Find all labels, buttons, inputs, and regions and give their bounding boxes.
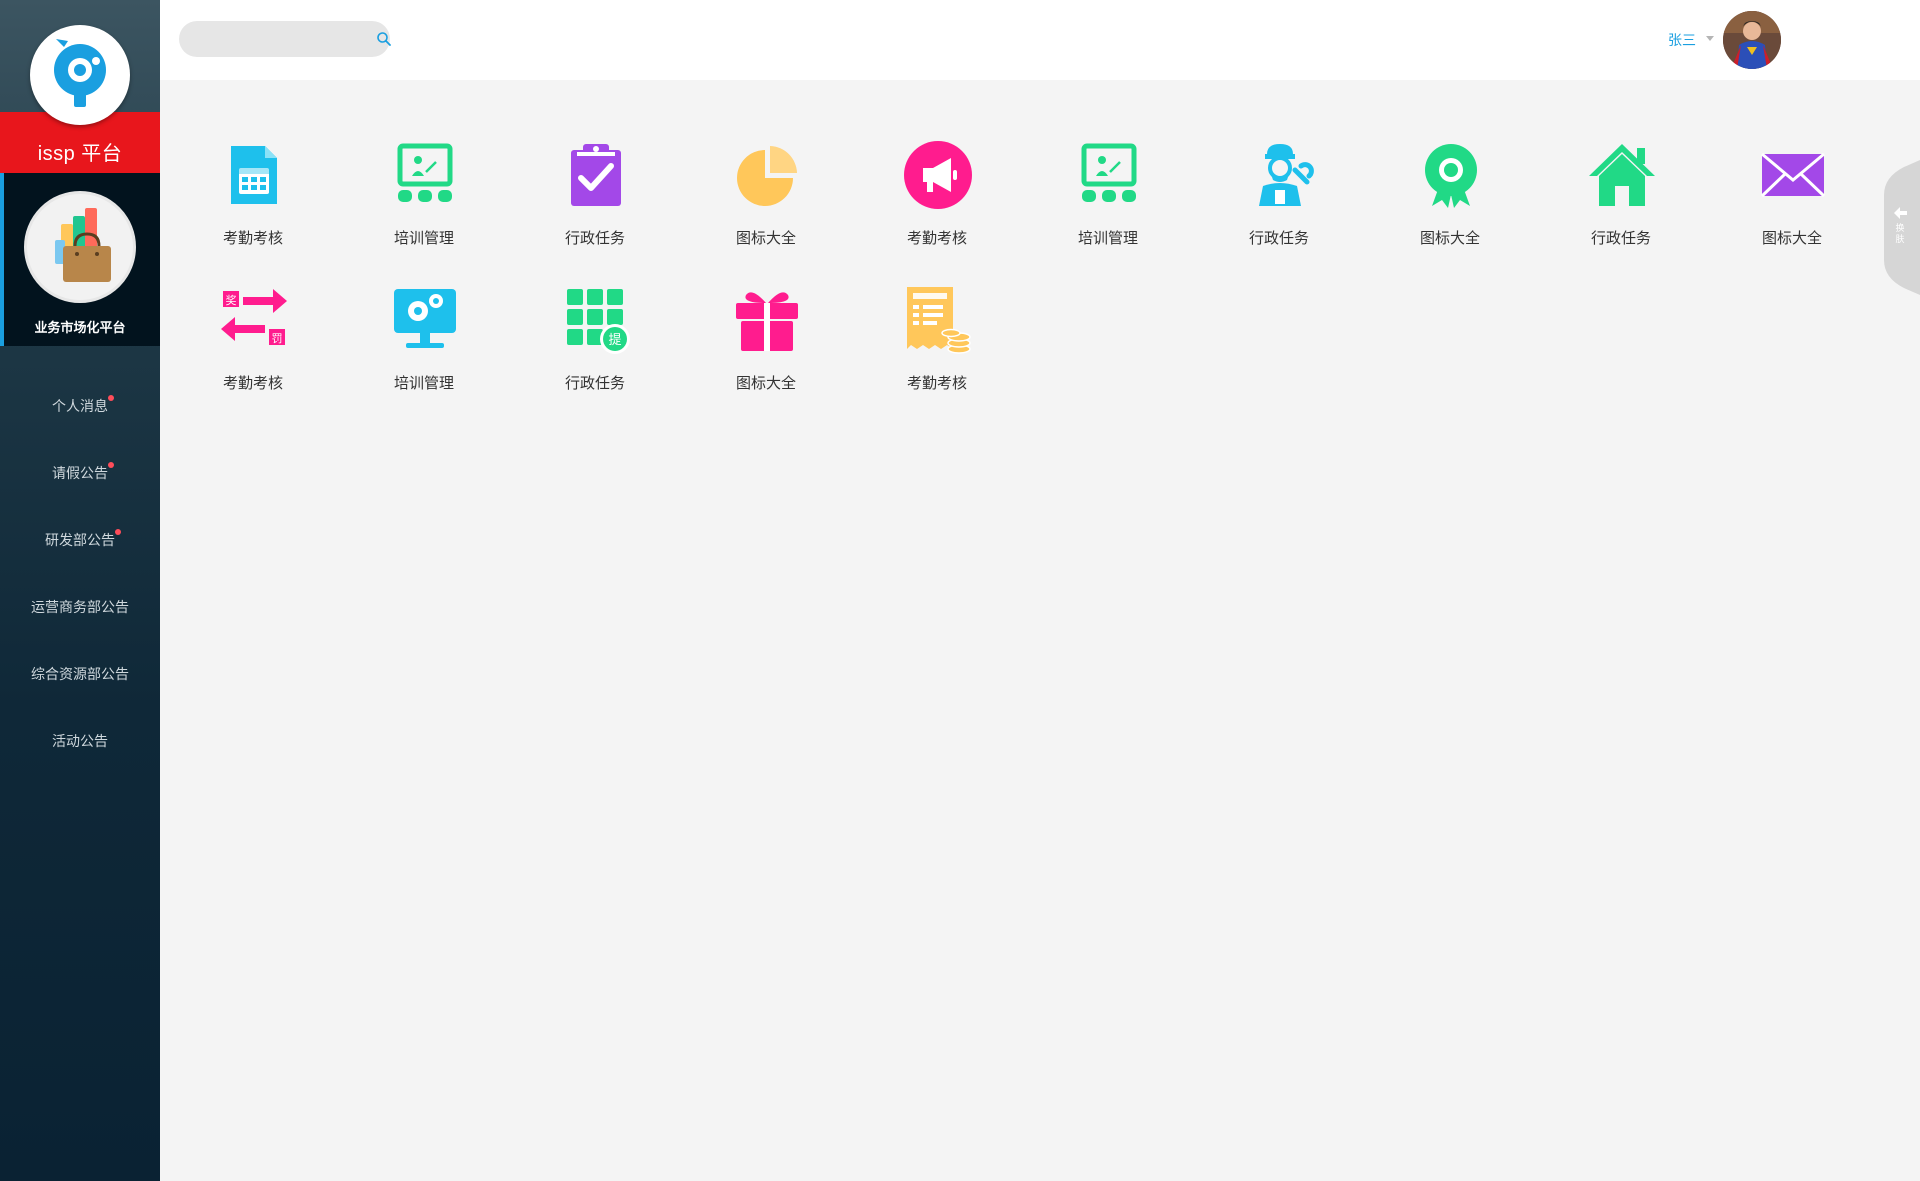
sidebar-item-label: 个人消息 <box>52 399 108 415</box>
app-tile-label: 培训管理 <box>393 229 454 247</box>
app-tile-label: 培训管理 <box>393 374 454 392</box>
gift-icon <box>736 292 798 351</box>
app-tile-icon-gallery-2[interactable]: 图标大全 <box>1380 130 1520 260</box>
sidebar-item-label: 运营商务部公告 <box>31 600 129 616</box>
app-tile-attendance-2[interactable]: 考勤考核 <box>867 130 1007 260</box>
app-tile-label: 行政任务 <box>564 229 625 247</box>
sidebar-item-rd-notice[interactable]: 研发部公告 <box>0 508 160 575</box>
app-tile-training[interactable]: 培训管理 <box>354 130 494 260</box>
unread-dot <box>108 462 114 468</box>
sidebar-item-leave-notice[interactable]: 请假公告 <box>0 441 160 508</box>
app-tile-label: 行政任务 <box>1248 229 1309 247</box>
training-board-icon <box>397 143 453 202</box>
platform-label: 业务市场化平台 <box>34 321 126 336</box>
app-tile-admin-task-2[interactable]: 行政任务 <box>1209 130 1349 260</box>
receipt-coins-icon <box>907 287 971 354</box>
app-tile-icon-gallery[interactable]: 图标大全 <box>696 130 836 260</box>
chevron-down-icon[interactable] <box>1706 36 1714 41</box>
app-tile-label: 考勤考核 <box>906 374 967 392</box>
svg-text:提: 提 <box>608 332 621 348</box>
worker-wrench-icon <box>1259 144 1314 206</box>
user-name-dropdown[interactable]: 张三 <box>1668 30 1696 50</box>
sidebar-nav: 个人消息 请假公告 研发部公告 运营商务部公告 综合资源部公告 活动公告 <box>0 374 160 776</box>
sidebar-item-label: 研发部公告 <box>45 533 115 549</box>
envelope-icon <box>1760 152 1826 198</box>
app-tile-label: 图标大全 <box>735 229 796 247</box>
app-tile-admin-task-4[interactable]: 提 行政任务 <box>525 275 665 405</box>
sidebar-item-activity-notice[interactable]: 活动公告 <box>0 709 160 776</box>
app-tile-icon-gallery-4[interactable]: 图标大全 <box>696 275 836 405</box>
app-tile-label: 行政任务 <box>1590 229 1651 247</box>
app-tile-label: 考勤考核 <box>222 229 283 247</box>
app-tile-label: 考勤考核 <box>222 374 283 392</box>
logo-icon <box>30 25 130 125</box>
app-tile-icon-gallery-3[interactable]: 图标大全 <box>1722 130 1862 260</box>
calendar-doc-icon <box>231 146 277 204</box>
skin-switch-label: 换肤 <box>1895 224 1905 245</box>
app-tile-label: 图标大全 <box>1419 229 1480 247</box>
app-tile-label: 考勤考核 <box>906 229 967 247</box>
sidebar-item-label: 活动公告 <box>52 734 108 750</box>
app-tile-label: 图标大全 <box>1761 229 1822 247</box>
megaphone-icon <box>904 141 972 209</box>
unread-dot <box>115 529 121 535</box>
app-tile-attendance[interactable]: 考勤考核 <box>183 130 323 260</box>
sidebar-item-label: 请假公告 <box>52 466 108 482</box>
sidebar: issp 平台 业务市场化平台 个人消息 请假公告 研发部公告 运营商务部公告 … <box>0 0 160 1181</box>
search-input[interactable] <box>193 21 353 57</box>
app-tile-training-2[interactable]: 培训管理 <box>1038 130 1178 260</box>
avatar[interactable] <box>1723 11 1781 69</box>
platform-switcher[interactable]: 业务市场化平台 <box>0 173 160 346</box>
home-icon <box>1589 144 1655 206</box>
logo-text: issp 平台 <box>37 143 123 165</box>
sidebar-item-label: 综合资源部公告 <box>31 667 129 683</box>
pie-chart-icon <box>737 146 797 206</box>
sidebar-item-operations-notice[interactable]: 运营商务部公告 <box>0 575 160 642</box>
app-tile-label: 行政任务 <box>564 374 625 392</box>
platform-icon <box>24 191 136 303</box>
search-icon[interactable] <box>376 31 392 47</box>
app-tile-admin-task[interactable]: 行政任务 <box>525 130 665 260</box>
app-tile-admin-task-3[interactable]: 行政任务 <box>1551 130 1691 260</box>
app-tile-reward-punish[interactable]: 奖 罚 考勤考核 <box>183 275 323 405</box>
sidebar-item-personal-messages[interactable]: 个人消息 <box>0 374 160 441</box>
app-tile-attendance-3[interactable]: 考勤考核 <box>867 275 1007 405</box>
svg-text:奖: 奖 <box>226 293 237 307</box>
app-tile-label: 培训管理 <box>1077 229 1138 247</box>
top-bar: 张三 <box>160 0 1920 80</box>
award-badge-icon <box>1425 144 1477 208</box>
clipboard-check-icon <box>571 144 621 206</box>
training-board-icon <box>1081 143 1137 202</box>
app-tile-label: 图标大全 <box>735 374 796 392</box>
app-tile-training-3[interactable]: 培训管理 <box>354 275 494 405</box>
reward-punish-arrows-icon: 奖 罚 <box>221 289 287 345</box>
grid-withdraw-icon: 提 <box>567 289 630 354</box>
logo-area: issp 平台 <box>0 0 160 173</box>
monitor-gears-icon <box>394 289 456 348</box>
svg-text:罚: 罚 <box>272 332 283 345</box>
search-box <box>179 21 392 57</box>
sidebar-item-resources-notice[interactable]: 综合资源部公告 <box>0 642 160 709</box>
unread-dot <box>108 395 114 401</box>
